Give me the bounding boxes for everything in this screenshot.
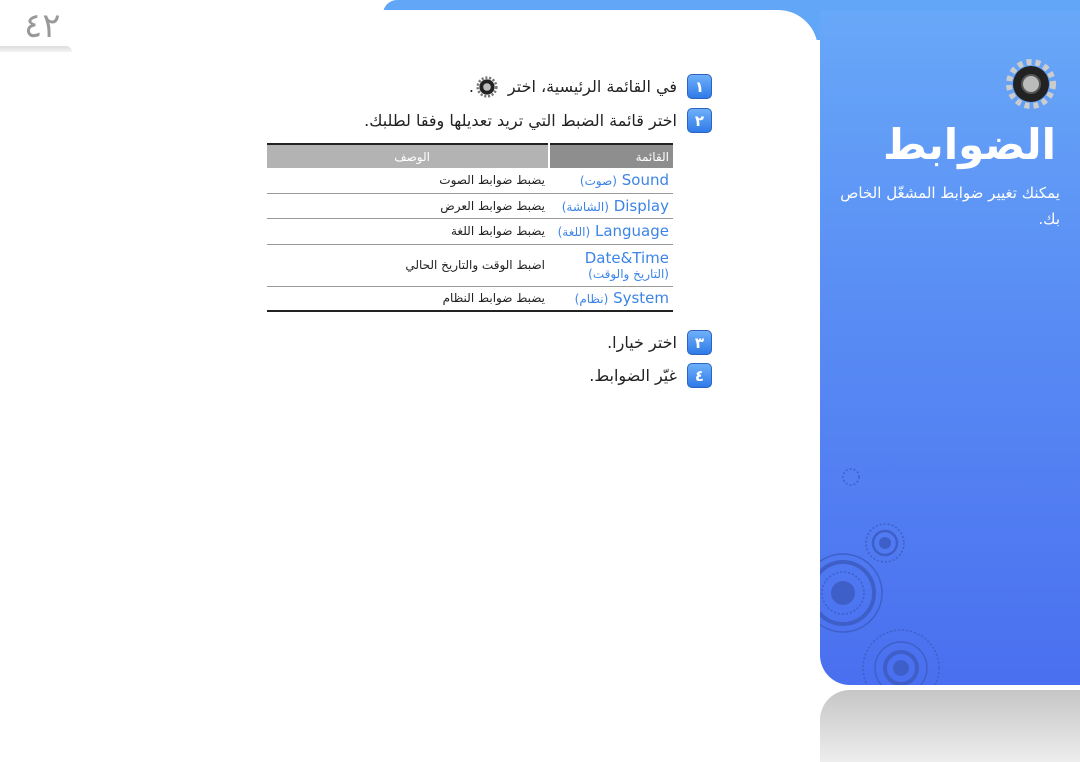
menu-system[interactable]: System (نظام) [549,286,673,311]
table-row: Sound (صوت) يضبط ضوابط الصوت [267,168,673,194]
step-4: ٤ غيّر الضوابط. [589,363,712,388]
step-badge: ٢ [687,108,712,133]
step-3: ٣ اختر خيارا. [607,330,712,355]
row-description: يضبط ضوابط العرض [267,193,549,219]
step-badge: ٤ [687,363,712,388]
section-description: يمكنك تغيير ضوابط المشغّل الخاص بك. [840,184,1060,228]
table-row: System (نظام) يضبط ضوابط النظام [267,286,673,311]
menu-sound[interactable]: Sound (صوت) [549,168,673,194]
row-description: يضبط ضوابط النظام [442,291,545,306]
step-text: اختر خيارا. [607,333,677,352]
row-description: يضبط ضوابط اللغة [267,218,549,245]
step-1: ١ في القائمة الرئيسية، اختر . [469,74,712,99]
bottom-decor-panel [820,690,1080,762]
row-description: يضبط ضوابط الصوت [267,168,549,194]
gear-icon [476,75,498,98]
menu-display[interactable]: Display (الشاشة) [549,193,673,219]
table-header: القائمة الوصف [267,144,673,168]
step-suffix: . [468,77,474,96]
page-number-underline [0,46,72,52]
row-description: اضبط الوقت والتاريخ الحالي [267,244,549,287]
step-badge: ٣ [687,330,712,355]
gear-icon [1006,59,1056,109]
settings-table: القائمة الوصف Sound (صوت) يضبط ضوابط الص… [267,143,673,312]
page-number: ٤٢ [24,6,61,46]
section-title: الضوابط [882,120,1056,169]
header-menu: القائمة [548,144,673,168]
menu-date-time[interactable]: Date&Time (التاريخ والوقت) [549,244,673,287]
circle-decoration [820,468,940,685]
sidebar-panel: الضوابط يمكنك تغيير ضوابط المشغّل الخاص … [820,10,1080,685]
step-text: غيّر الضوابط. [589,366,677,385]
table-row: Date&Time (التاريخ والوقت) اضبط الوقت وال… [267,244,673,287]
step-text: اختر قائمة الضبط التي تريد تعديلها وفقا … [364,111,677,130]
header-description: الوصف [267,144,549,168]
table-row: Language (اللغة) يضبط ضوابط اللغة [267,218,673,245]
table-row: Display (الشاشة) يضبط ضوابط العرض [267,193,673,219]
step-2: ٢ اختر قائمة الضبط التي تريد تعديلها وفق… [364,108,712,133]
menu-language[interactable]: Language (اللغة) [549,218,673,245]
step-badge: ١ [687,74,712,99]
step-text: في القائمة الرئيسية، اختر [507,77,677,96]
